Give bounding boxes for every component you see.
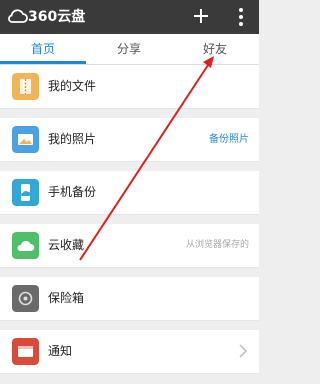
notify-icon — [12, 338, 39, 365]
list-item-label: 通知 — [48, 344, 73, 358]
list-item-phone-backup[interactable]: 手机备份 — [0, 171, 259, 215]
plus-icon[interactable] — [192, 7, 210, 25]
top-bar: 360云盘 — [0, 0, 259, 34]
cloud-logo-icon — [8, 9, 28, 23]
list-item-label: 我的照片 — [48, 132, 97, 146]
cloud-icon — [12, 232, 39, 259]
list-item-label: 云收藏 — [48, 238, 85, 252]
list-item-hint: 从浏览器保存的 — [185, 240, 249, 250]
app-title: 360云盘 — [28, 9, 86, 25]
list-item-my-files[interactable]: 我的文件 — [0, 65, 259, 109]
tab-active-indicator — [0, 61, 86, 64]
chevron-right-icon — [239, 344, 247, 358]
list-item-label: 手机备份 — [48, 185, 97, 199]
photo-icon — [12, 126, 39, 153]
list-item-my-photos[interactable]: 我的照片 备份照片 — [0, 118, 259, 162]
list-item-cloud-favorites[interactable]: 云收藏 从浏览器保存的 — [0, 224, 259, 268]
more-vertical-icon[interactable] — [233, 6, 249, 28]
tab-home[interactable]: 首页 — [0, 34, 86, 64]
folder-icon — [12, 73, 39, 100]
list-item-notifications[interactable]: 通知 — [0, 330, 259, 374]
safe-icon — [12, 285, 39, 312]
list-item-label: 我的文件 — [48, 79, 97, 93]
tab-friends[interactable]: 好友 — [172, 34, 258, 64]
phone-backup-icon — [12, 179, 39, 206]
list-item-label: 保险箱 — [48, 291, 85, 305]
backup-photos-link[interactable]: 备份照片 — [209, 118, 249, 161]
tab-share[interactable]: 分享 — [86, 34, 172, 64]
list-item-safe-box[interactable]: 保险箱 — [0, 277, 259, 321]
